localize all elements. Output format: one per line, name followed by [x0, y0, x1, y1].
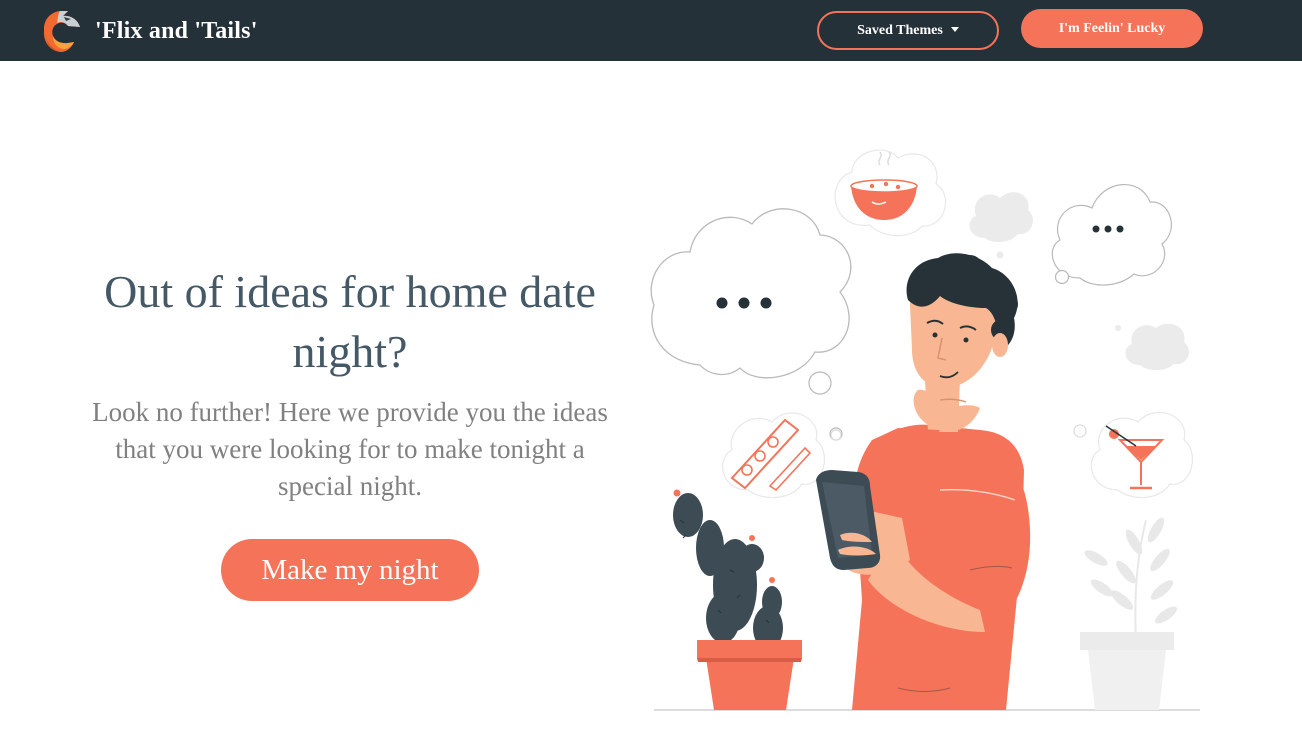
feelin-lucky-label: I'm Feelin' Lucky — [1058, 20, 1166, 36]
cocktail-thought — [1073, 411, 1193, 499]
caret-down-icon — [950, 27, 959, 32]
hero-text: Out of ideas for home date night? Look n… — [90, 262, 610, 505]
brand-name: 'Flix and 'Tails' — [95, 17, 258, 44]
hero-subtitle: Look no further! Here we provide you the… — [92, 397, 608, 501]
thinking-man-illustration — [650, 149, 1200, 711]
saved-themes-label: Saved Themes — [857, 22, 943, 38]
make-my-night-label: Make my night — [261, 553, 439, 586]
thought-cloud-right — [1051, 184, 1172, 286]
soup-bowl-thought — [834, 149, 947, 237]
make-my-night-button[interactable]: Make my night — [221, 539, 479, 601]
decorative-plant — [1080, 517, 1178, 710]
brand-link[interactable]: 'Flix and 'Tails' — [38, 6, 258, 56]
cactus-plant — [673, 489, 802, 710]
fox-logo-icon — [44, 11, 80, 52]
feelin-lucky-button[interactable]: I'm Feelin' Lucky — [1021, 9, 1203, 48]
saved-themes-dropdown-button[interactable]: Saved Themes — [817, 11, 999, 50]
small-cloud-grey-right — [1125, 323, 1189, 371]
hero-title: Out of ideas for home date night? — [104, 266, 596, 377]
small-cloud-grey — [969, 192, 1033, 243]
thought-cloud-large — [650, 208, 852, 441]
navbar: 'Flix and 'Tails' Saved Themes I'm Feeli… — [0, 0, 1302, 61]
